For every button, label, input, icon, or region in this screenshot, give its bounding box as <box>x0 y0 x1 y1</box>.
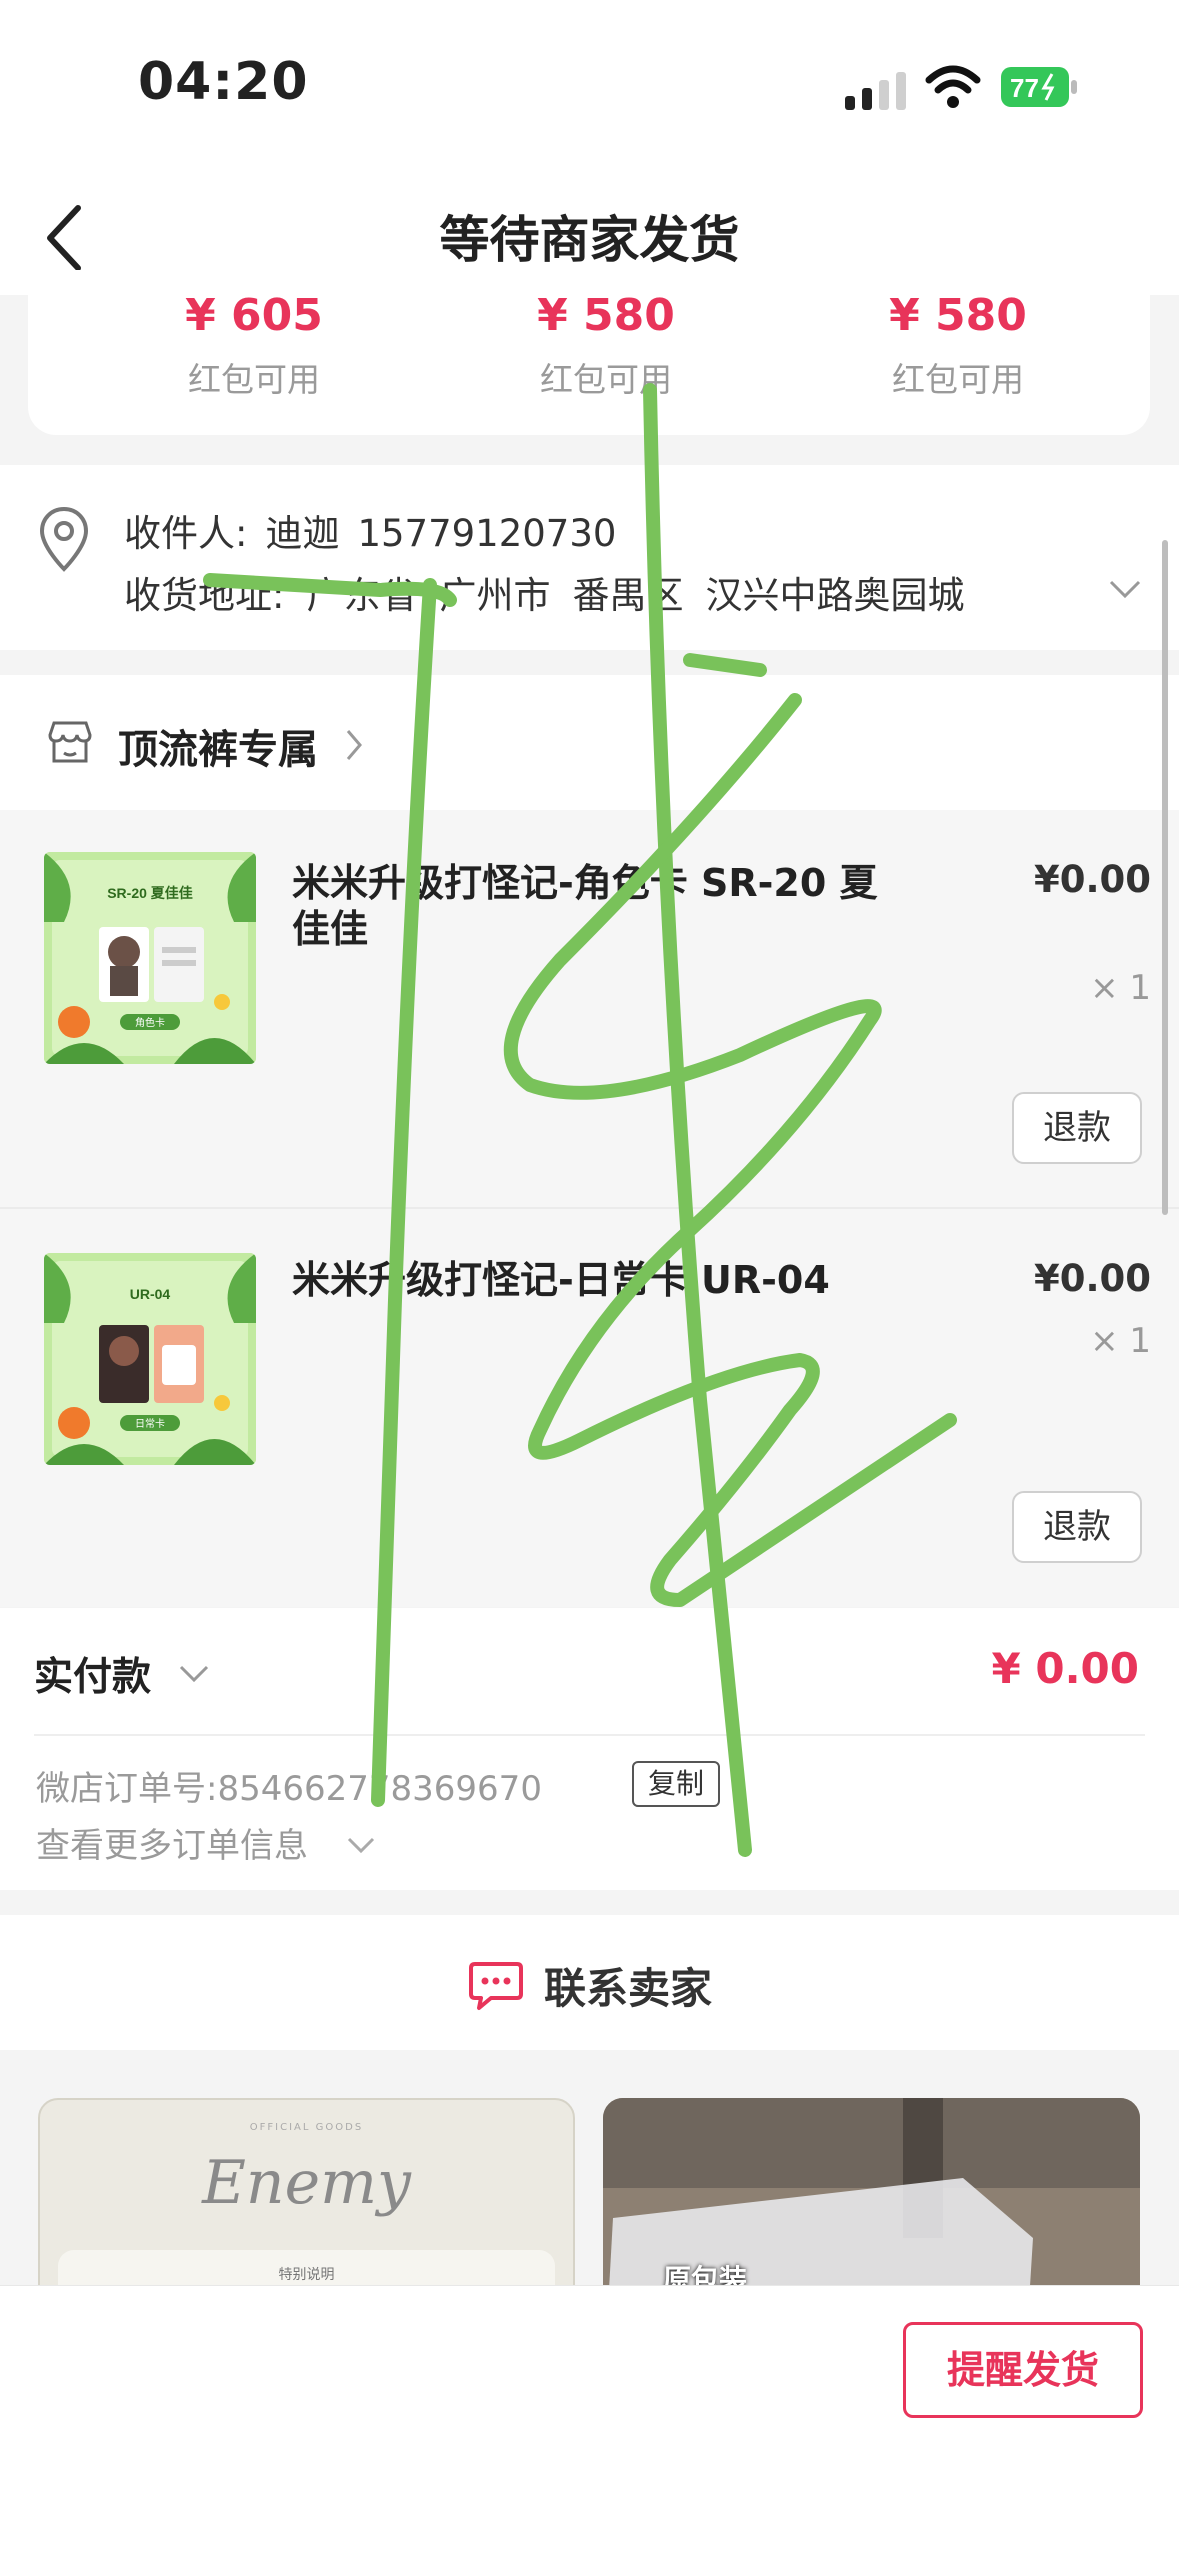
more-order-info-link[interactable]: 查看更多订单信息 <box>36 1818 308 1867</box>
battery-icon: 77 <box>1000 66 1080 108</box>
address-street: 汉兴中路奥园城 <box>705 574 965 617</box>
thumb-button: 日常卡 <box>135 1417 165 1430</box>
product-title: 米米升级打怪记-角色卡 SR-20 夏佳佳 <box>292 861 878 951</box>
product-item[interactable]: UR-04 日常卡 米米升级打怪记-日常卡 UR-04 ¥0.00 × 1 退款 <box>0 1209 1179 1607</box>
refund-button[interactable]: 退款 <box>1012 1491 1142 1563</box>
paid-amount-label[interactable]: 实付款 <box>34 1646 151 1702</box>
recipient-line: 收件人: 迪迦 15779120730 <box>124 503 634 557</box>
address-city: 广州市 <box>439 574 551 617</box>
cellular-signal-icon <box>845 72 906 110</box>
red-packet-item[interactable]: ¥ 580 红包可用 <box>828 290 1088 401</box>
order-detail-page: 04:20 77 等待商家发货 ¥ 605 红包可用 ¥ 580 红包可用 ¥ … <box>0 0 1179 2556</box>
recipient-label: 收件人: <box>124 512 248 555</box>
product-thumbnail: UR-04 日常卡 <box>44 1253 256 1465</box>
address-label: 收货地址: <box>124 574 285 617</box>
thumb-tag: SR-20 夏佳佳 <box>107 885 193 901</box>
shop-header[interactable]: 顶流裤专属 <box>0 675 1179 810</box>
contact-seller-label: 联系卖家 <box>544 1964 713 2013</box>
store-icon <box>48 721 92 763</box>
product-thumbnail-art: UR-04 日常卡 <box>44 1253 256 1465</box>
location-pin-icon <box>39 506 89 572</box>
red-packet-card: ¥ 605 红包可用 ¥ 580 红包可用 ¥ 580 红包可用 <box>28 270 1150 435</box>
order-number-line: 微店订单号:854662778369670 <box>36 1761 542 1810</box>
related-gallery: OFFICIAL GOODS Enemy 特别说明 原包装 <box>0 2050 1179 2290</box>
gallery-card[interactable]: OFFICIAL GOODS Enemy 特别说明 <box>38 2098 575 2290</box>
copy-button[interactable]: 复制 <box>632 1761 720 1807</box>
divider <box>34 1734 1145 1736</box>
address-district: 番禺区 <box>572 574 684 617</box>
contact-seller-row: 联系卖家 <box>0 1955 1179 2016</box>
product-quantity: × 1 <box>1090 968 1151 1008</box>
address-province: 广东省 <box>306 574 418 617</box>
address-line: 收货地址: 广东省 广州市 番禺区 汉兴中路奥园城 <box>124 565 986 619</box>
recipient-phone: 15779120730 <box>357 512 617 555</box>
product-thumbnail: SR-20 夏佳佳 角色卡 <box>44 852 256 1064</box>
chevron-down-icon[interactable] <box>178 1664 210 1684</box>
paid-amount: ¥ 0.00 <box>991 1644 1139 1693</box>
gallery-card-note: 特别说明 <box>278 2267 335 2283</box>
status-bar: 04:20 77 <box>0 0 1179 170</box>
product-quantity: × 1 <box>1090 1321 1151 1361</box>
red-packet-label: 红包可用 <box>892 360 1024 399</box>
page-title: 等待商家发货 <box>439 211 740 269</box>
shipping-address[interactable]: 收件人: 迪迦 15779120730 收货地址: 广东省 广州市 番禺区 汉兴中路奥园城 <box>0 465 1179 650</box>
status-time: 04:20 <box>138 52 309 112</box>
red-packet-label: 红包可用 <box>188 360 320 399</box>
red-packet-item[interactable]: ¥ 605 红包可用 <box>124 290 384 401</box>
chat-bubble-icon <box>468 1961 523 2010</box>
gallery-card-header: OFFICIAL GOODS <box>249 2122 364 2133</box>
product-price: ¥0.00 <box>1033 1257 1151 1300</box>
shop-name: 顶流裤专属 <box>118 727 318 773</box>
gallery-card-box: 特别说明 <box>58 2250 555 2290</box>
red-packet-amount: ¥ 580 <box>889 290 1027 341</box>
red-packet-label: 红包可用 <box>540 360 672 399</box>
product-price: ¥0.00 <box>1033 858 1151 901</box>
order-number-label: 微店订单号: <box>36 1769 218 1809</box>
thumb-tag: UR-04 <box>130 1286 171 1302</box>
thumb-button: 角色卡 <box>135 1016 165 1029</box>
chevron-down-icon[interactable] <box>1108 578 1142 600</box>
recipient-name: 迪迦 <box>265 512 340 555</box>
remind-ship-button[interactable]: 提醒发货 <box>903 2322 1143 2418</box>
order-number: 854662778369670 <box>217 1769 542 1809</box>
bottom-action-bar: 提醒发货 <box>0 2285 1179 2556</box>
contact-seller-button[interactable]: 联系卖家 <box>0 1915 1179 2050</box>
product-thumbnail-art: SR-20 夏佳佳 角色卡 <box>44 852 256 1064</box>
chevron-right-icon <box>346 730 362 760</box>
payment-section: 实付款 ¥ 0.00 微店订单号:854662778369670 复制 查看更多… <box>0 1608 1179 1890</box>
wifi-icon <box>925 65 981 108</box>
red-packet-amount: ¥ 605 <box>185 290 323 341</box>
chevron-down-icon[interactable] <box>346 1836 376 1854</box>
product-item[interactable]: SR-20 夏佳佳 角色卡 米米升级打怪记-角色卡 SR-20 夏佳佳 ¥0.0… <box>0 810 1179 1208</box>
battery-level: 77 <box>1010 73 1039 103</box>
refund-button[interactable]: 退款 <box>1012 1092 1142 1164</box>
red-packet-item[interactable]: ¥ 580 红包可用 <box>476 290 736 401</box>
red-packet-amount: ¥ 580 <box>537 290 675 341</box>
gallery-card[interactable]: 原包装 <box>603 2098 1140 2290</box>
scrollbar[interactable] <box>1162 540 1168 1215</box>
product-title: 米米升级打怪记-日常卡 UR-04 <box>292 1258 830 1302</box>
gallery-card-script: Enemy <box>202 2148 411 2218</box>
